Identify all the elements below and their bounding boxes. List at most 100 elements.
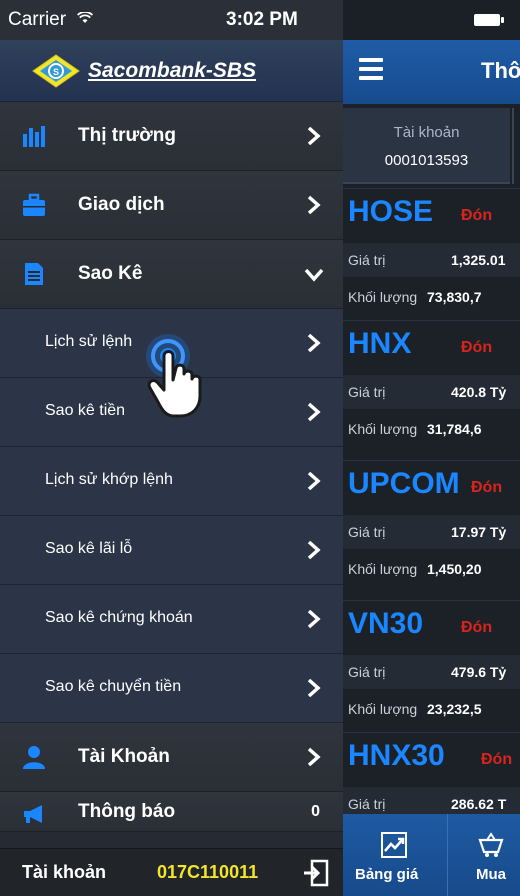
wifi-icon — [77, 11, 94, 23]
market-volume-row: Khối lượng 1,450,20 — [343, 551, 520, 591]
chevron-right-icon — [307, 609, 321, 629]
status-bar: Carrier 3:02 PM — [0, 0, 343, 40]
value-label: Giá trị — [348, 524, 386, 540]
value: 1,325.01 — [451, 252, 506, 268]
chevron-right-icon — [307, 402, 321, 422]
account-bar-label: Tài khoản — [22, 862, 107, 882]
value: 17.97 Tỷ — [451, 524, 507, 540]
chevron-right-icon — [307, 471, 321, 491]
market-card-upcom[interactable]: UPCOM Đón Giá trị 17.97 Tỷ Khối lượng 1,… — [343, 460, 520, 600]
bar-chart-icon — [23, 126, 45, 147]
tab-buy[interactable]: Mua — [448, 814, 520, 896]
market-value-row: Giá trị 479.6 Tỷ — [343, 655, 520, 689]
bottom-tab-bar: Bảng giá Mua — [343, 814, 520, 896]
battery-icon — [474, 14, 504, 26]
notification-count: 0 — [311, 803, 320, 820]
chevron-right-icon — [307, 333, 321, 353]
chevron-right-icon — [307, 678, 321, 698]
market-name: UPCOM — [348, 467, 460, 500]
value-label: Giá trị — [348, 664, 386, 680]
submenu-label: Sao kê chuyển tiền — [45, 678, 182, 695]
app-header: Thô — [343, 40, 520, 104]
tab-label: Bảng giá — [355, 866, 419, 883]
chart-trend-icon — [381, 832, 407, 858]
menu-label-notifications: Thông báo — [78, 801, 176, 822]
carrier-label: Carrier — [8, 9, 94, 31]
volume-label: Khối lượng — [348, 701, 418, 717]
menu-item-market[interactable]: Thị trường — [0, 102, 343, 171]
volume: 31,784,6 — [427, 421, 482, 437]
submenu-label: Lịch sử khớp lệnh — [45, 471, 173, 488]
market-name: HOSE — [348, 195, 434, 228]
clock: 3:02 PM — [226, 9, 298, 30]
menu-item-statement[interactable]: Sao Kê — [0, 240, 343, 309]
market-volume-row: Khối lượng 73,830,7 — [343, 279, 520, 319]
menu-item-trade[interactable]: Giao dịch — [0, 171, 343, 240]
svg-text:S: S — [53, 67, 59, 77]
menu-item-notifications[interactable]: Thông báo 0 — [0, 792, 343, 832]
sacombank-logo-icon: S — [32, 53, 80, 88]
submenu-label: Sao kê lãi lỗ — [45, 540, 133, 557]
market-card-hose[interactable]: HOSE Đón Giá trị 1,325.01 Khối lượng 73,… — [343, 188, 520, 320]
market-status: Đón — [461, 619, 493, 636]
submenu-item-profit-loss[interactable]: Sao kê lãi lỗ — [0, 516, 343, 585]
market-value-row: Giá trị 17.97 Tỷ — [343, 515, 520, 549]
market-card-hnx[interactable]: HNX Đón Giá trị 420.8 Tỷ Khối lượng 31,7… — [343, 320, 520, 460]
submenu-item-securities-statement[interactable]: Sao kê chứng khoán — [0, 585, 343, 654]
page-title: Thô — [481, 58, 520, 83]
volume-label: Khối lượng — [348, 561, 418, 577]
menu-label-trade: Giao dịch — [78, 194, 165, 215]
market-name: HNX30 — [348, 739, 445, 772]
tab-label: Mua — [476, 866, 506, 883]
submenu-item-transfer-statement[interactable]: Sao kê chuyển tiền — [0, 654, 343, 723]
chevron-right-icon — [307, 747, 321, 767]
side-menu: Carrier 3:02 PM S Sacombank-SBS Thị trườ… — [0, 0, 343, 896]
submenu-label: Lịch sử lệnh — [45, 333, 133, 350]
value: 479.6 Tỷ — [451, 664, 507, 680]
volume: 73,830,7 — [427, 289, 482, 305]
main-panel: Thô Tài khoản 0001013593 HOSE Đón Giá tr… — [343, 0, 520, 896]
volume: 1,450,20 — [427, 561, 482, 577]
market-volume-row: Khối lượng 31,784,6 — [343, 411, 520, 451]
divider — [512, 108, 514, 184]
submenu-label: Sao kê chứng khoán — [45, 609, 193, 626]
account-bar: Tài khoản 017C110011 — [0, 848, 343, 896]
logout-icon[interactable] — [303, 859, 329, 887]
menu-item-account[interactable]: Tài Khoản — [0, 723, 343, 792]
account-selector[interactable]: Tài khoản 0001013593 — [343, 104, 520, 188]
menu-label-statement: Sao Kê — [78, 263, 143, 284]
market-volume-row: Khối lượng 23,232,5 — [343, 691, 520, 731]
market-value-row: Giá trị 420.8 Tỷ — [343, 375, 520, 409]
market-status: Đón — [471, 479, 503, 496]
megaphone-icon — [24, 805, 42, 823]
volume: 23,232,5 — [427, 701, 482, 717]
account-value: 0001013593 — [384, 152, 469, 169]
chevron-down-icon — [304, 268, 324, 282]
account-label: Tài khoản — [393, 124, 460, 141]
account-number: 017C110011 — [157, 862, 259, 882]
hamburger-menu-icon[interactable] — [359, 58, 383, 80]
market-name: HNX — [348, 327, 412, 360]
tab-price-board[interactable]: Bảng giá — [343, 814, 447, 896]
brand-name: Sacombank-SBS — [88, 58, 257, 82]
tap-gesture-hand-icon — [146, 334, 202, 418]
value: 420.8 Tỷ — [451, 384, 507, 400]
submenu-item-match-history[interactable]: Lịch sử khớp lệnh — [0, 447, 343, 516]
chevron-right-icon — [307, 195, 321, 215]
market-name: VN30 — [348, 607, 424, 640]
chevron-right-icon — [307, 540, 321, 560]
volume-label: Khối lượng — [348, 421, 418, 437]
brand-header: S Sacombank-SBS — [0, 40, 343, 102]
submenu-label: Sao kê tiền — [45, 402, 126, 419]
market-card-vn30[interactable]: VN30 Đón Giá trị 479.6 Tỷ Khối lượng 23,… — [343, 600, 520, 732]
status-bar-right — [343, 0, 520, 40]
user-icon — [23, 746, 45, 769]
briefcase-icon — [23, 193, 45, 216]
account-card[interactable]: Tài khoản 0001013593 — [343, 108, 510, 184]
value-label: Giá trị — [348, 796, 386, 812]
value: 286.62 T — [451, 796, 507, 812]
menu-label-account: Tài Khoản — [78, 746, 170, 767]
market-value-row: Giá trị 1,325.01 — [343, 243, 520, 277]
menu-label-market: Thị trường — [78, 125, 176, 146]
document-icon — [25, 263, 43, 285]
